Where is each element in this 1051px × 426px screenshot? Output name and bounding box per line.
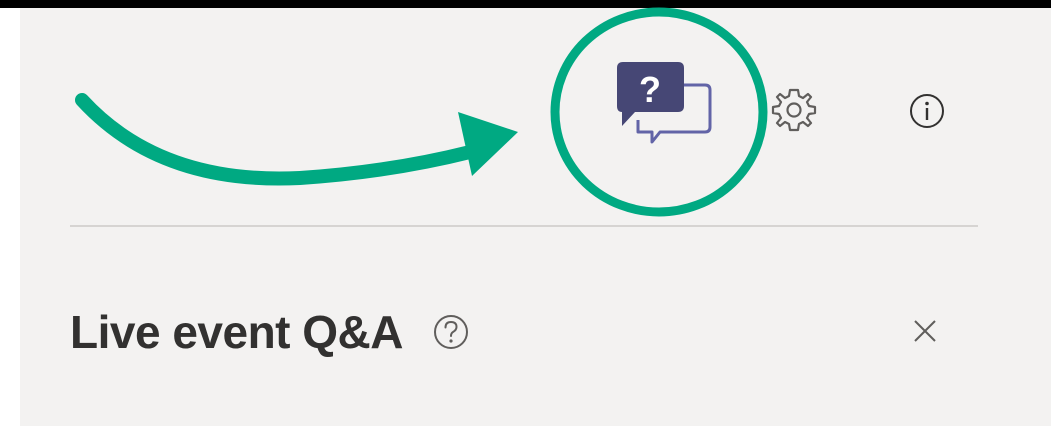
help-button[interactable]	[429, 310, 473, 354]
gear-icon	[771, 88, 817, 132]
info-icon	[910, 94, 944, 128]
svg-text:?: ?	[639, 69, 661, 110]
question-circle-icon	[434, 315, 468, 349]
close-icon	[914, 320, 936, 342]
close-button[interactable]	[895, 306, 955, 356]
panel-header: Live event Q&A	[70, 296, 473, 368]
divider	[70, 225, 978, 227]
panel-title: Live event Q&A	[70, 306, 404, 358]
info-button[interactable]	[897, 88, 957, 134]
settings-button[interactable]	[764, 80, 824, 140]
qa-button[interactable]: ?	[600, 50, 720, 170]
top-bar	[0, 0, 1051, 8]
qa-chat-icon: ?	[617, 62, 712, 144]
